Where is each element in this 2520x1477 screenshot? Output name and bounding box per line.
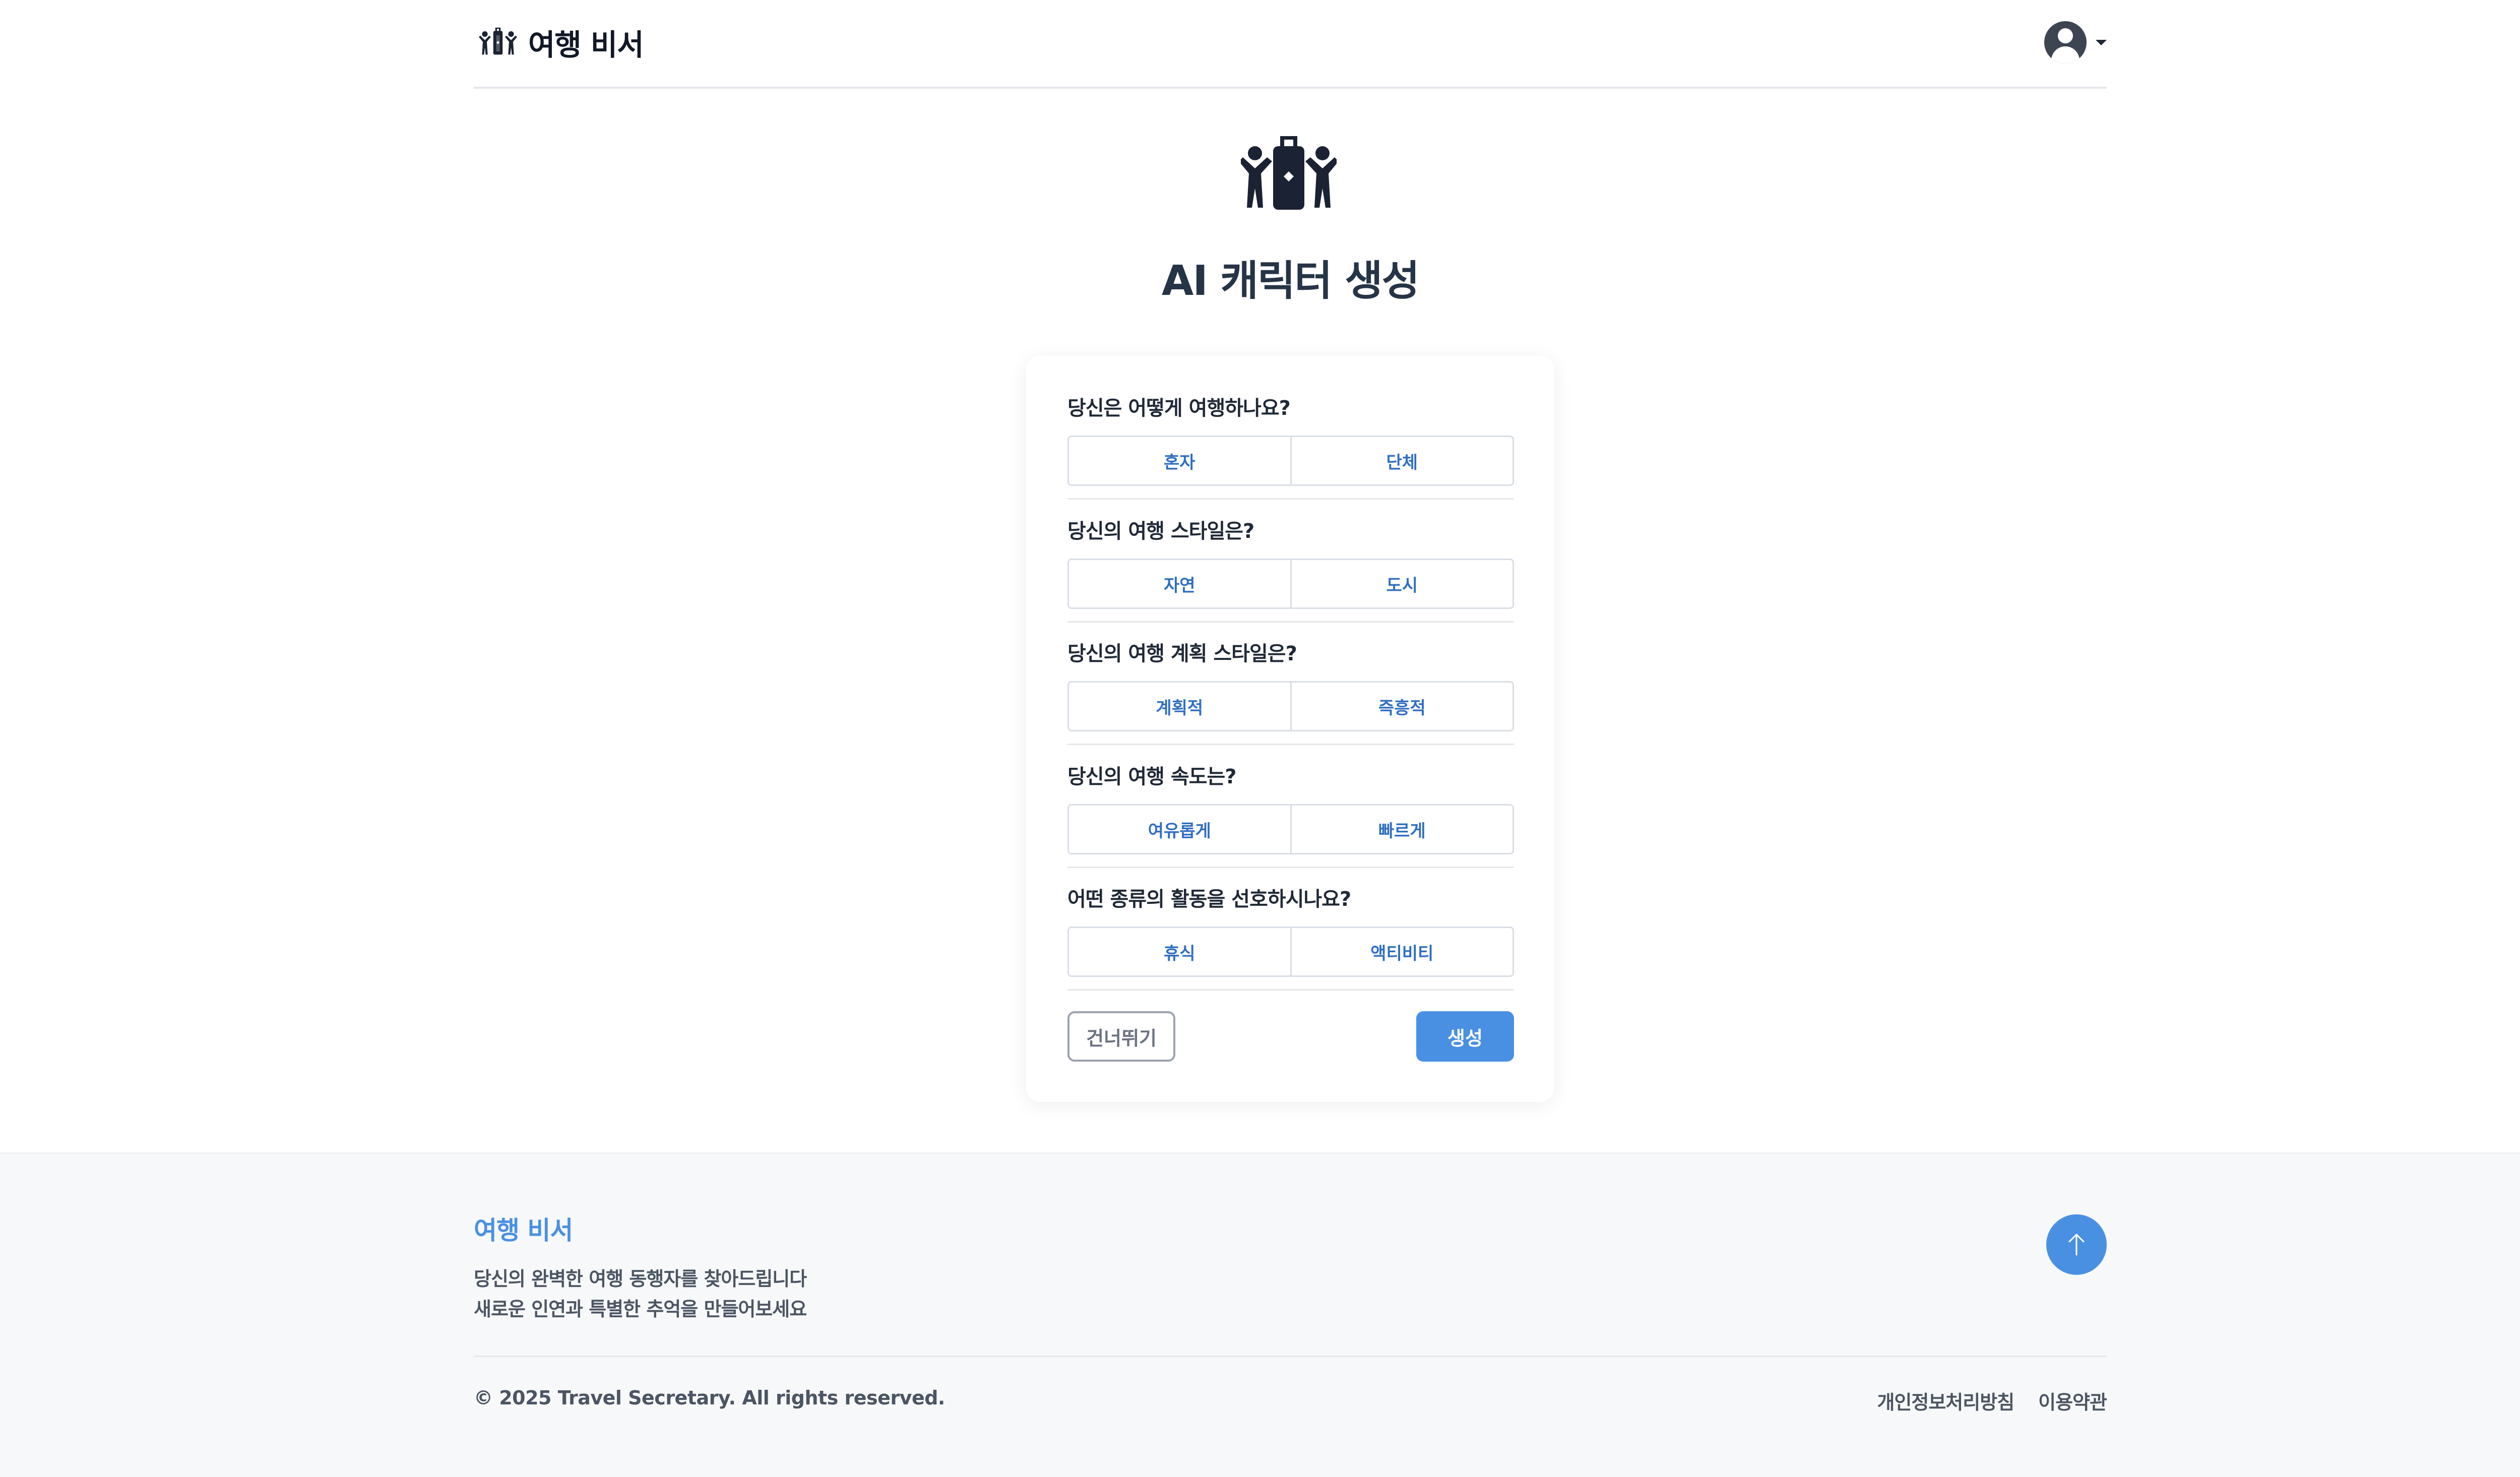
footer-divider: [474, 1356, 2107, 1357]
create-button[interactable]: 생성: [1416, 1011, 1514, 1062]
divider: [1067, 989, 1514, 991]
question-activity-preference: 어떤 종류의 활동을 선호하시나요? 휴식 액티비티: [1067, 885, 1514, 991]
divider: [1067, 867, 1514, 868]
footer-links: 개인정보처리방침 이용약관: [1877, 1387, 2107, 1414]
top-header: 여행 비서: [474, 0, 2107, 89]
skip-button[interactable]: 건너뛰기: [1067, 1011, 1175, 1062]
option-spontaneous[interactable]: 즉흥적: [1290, 683, 1513, 730]
option-group: 혼자 단체: [1067, 436, 1514, 486]
page-title: AI 캐릭터 생성: [1161, 257, 1420, 305]
option-group: 여유롭게 빠르게: [1067, 804, 1514, 854]
question-planning-style: 당신의 여행 계획 스타일은? 계획적 즉흥적: [1067, 640, 1514, 745]
question-label: 당신의 여행 속도는?: [1067, 765, 1236, 788]
divider: [1067, 498, 1514, 500]
question-travel-style: 당신의 여행 스타일은? 자연 도시: [1067, 517, 1514, 623]
privacy-policy-link[interactable]: 개인정보처리방침: [1877, 1387, 2014, 1414]
brand-link[interactable]: 여행 비서: [479, 21, 644, 64]
question-label: 어떤 종류의 활동을 선호하시나요?: [1067, 888, 1351, 911]
option-city[interactable]: 도시: [1290, 560, 1513, 607]
travel-logo-icon: [479, 27, 517, 55]
divider: [1067, 744, 1514, 745]
question-label: 당신의 여행 스타일은?: [1067, 520, 1254, 543]
user-avatar-icon: [2044, 21, 2087, 64]
footer-desc-line: 새로운 인연과 특별한 추억을 만들어보세요: [474, 1298, 807, 1320]
profile-menu-button[interactable]: [2044, 21, 2107, 64]
option-fast[interactable]: 빠르게: [1290, 806, 1513, 853]
scroll-to-top-button[interactable]: [2046, 1214, 2107, 1275]
caret-down-icon: [2096, 39, 2107, 45]
option-rest[interactable]: 휴식: [1069, 928, 1290, 975]
option-solo[interactable]: 혼자: [1069, 437, 1290, 484]
brand-name: 여행 비서: [528, 28, 644, 62]
option-planned[interactable]: 계획적: [1069, 683, 1290, 730]
footer-description: 당신의 완벽한 여행 동행자를 찾아드립니다 새로운 인연과 특별한 추억을 만…: [474, 1264, 807, 1324]
site-footer: 여행 비서 당신의 완벽한 여행 동행자를 찾아드립니다 새로운 인연과 특별한…: [0, 1152, 2520, 1477]
option-group: 자연 도시: [1067, 559, 1514, 609]
option-group-travel[interactable]: 단체: [1290, 437, 1513, 484]
question-label: 당신의 여행 계획 스타일은?: [1067, 642, 1297, 665]
option-activity[interactable]: 액티비티: [1290, 928, 1513, 975]
terms-of-use-link[interactable]: 이용약관: [2038, 1387, 2107, 1414]
footer-brand: 여행 비서: [474, 1216, 573, 1245]
travel-logo-icon: [1241, 136, 1337, 210]
question-travel-company: 당신은 어떻게 여행하나요? 혼자 단체: [1067, 394, 1514, 500]
question-travel-pace: 당신의 여행 속도는? 여유롭게 빠르게: [1067, 763, 1514, 868]
character-survey-card: 당신은 어떻게 여행하나요? 혼자 단체 당신의 여행 스타일은? 자연 도시 …: [1026, 356, 1554, 1102]
footer-desc-line: 당신의 완벽한 여행 동행자를 찾아드립니다: [474, 1268, 807, 1290]
divider: [1067, 621, 1514, 623]
option-relaxed[interactable]: 여유롭게: [1069, 806, 1290, 853]
option-group: 휴식 액티비티: [1067, 927, 1514, 977]
option-group: 계획적 즉흥적: [1067, 681, 1514, 731]
arrow-up-icon: [2068, 1234, 2085, 1256]
form-actions: 건너뛰기 생성: [1067, 1011, 1514, 1062]
option-nature[interactable]: 자연: [1069, 560, 1290, 607]
copyright-text: © 2025 Travel Secretary. All rights rese…: [474, 1387, 945, 1409]
question-label: 당신은 어떻게 여행하나요?: [1067, 397, 1291, 420]
